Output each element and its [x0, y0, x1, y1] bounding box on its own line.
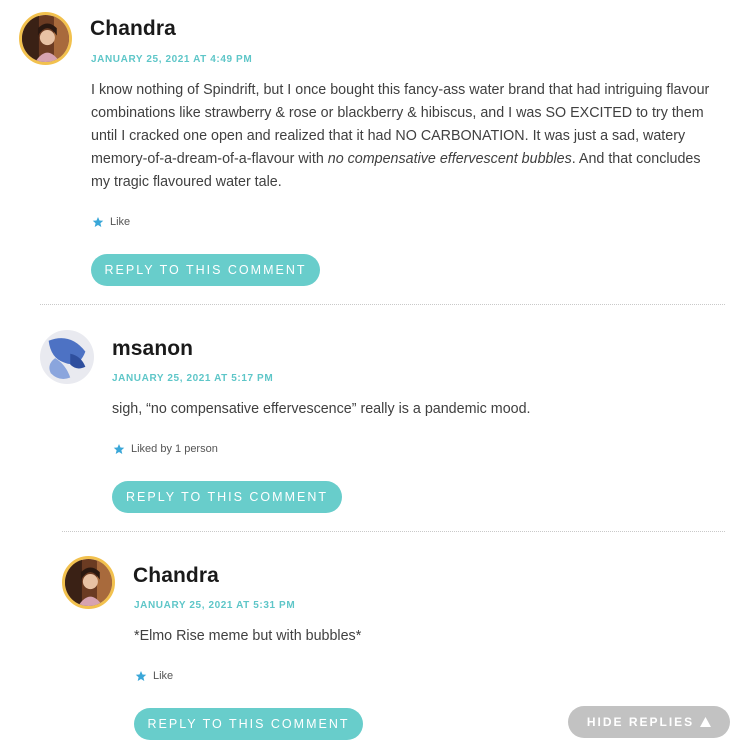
comment-body: I know nothing of Spindrift, but I once … — [91, 79, 723, 194]
avatar[interactable] — [19, 12, 72, 65]
hide-replies-label: HIDE REPLIES — [586, 715, 695, 729]
comment-body: sigh, “no compensative effervescence” re… — [112, 401, 531, 417]
like-button[interactable]: Liked by 1 person — [113, 443, 218, 455]
comment-date[interactable]: JANUARY 25, 2021 AT 4:49 PM — [91, 54, 252, 65]
like-button[interactable]: Like — [92, 216, 130, 228]
comment-author[interactable]: msanon — [112, 337, 193, 361]
comment-divider — [40, 304, 725, 305]
avatar-photo-icon — [22, 15, 69, 62]
star-icon — [92, 217, 104, 227]
triangle-up-icon — [700, 717, 712, 727]
like-button[interactable]: Like — [135, 670, 173, 682]
comment-body: *Elmo Rise meme but with bubbles* — [134, 628, 362, 644]
like-label: Like — [110, 216, 131, 228]
comment-author[interactable]: Chandra — [133, 564, 219, 588]
comment-author[interactable]: Chandra — [90, 17, 176, 41]
avatar[interactable] — [40, 330, 94, 384]
hide-replies-button[interactable]: HIDE REPLIES — [568, 706, 730, 738]
comment-text-italic: no compensative effervescent bubbles — [327, 151, 572, 167]
comment-date[interactable]: JANUARY 25, 2021 AT 5:31 PM — [134, 600, 295, 611]
comment-date[interactable]: JANUARY 25, 2021 AT 5:17 PM — [112, 373, 273, 384]
avatar[interactable] — [62, 556, 115, 609]
reply-button[interactable]: REPLY TO THIS COMMENT — [91, 254, 320, 286]
avatar-photo-icon — [65, 559, 112, 606]
reply-button[interactable]: REPLY TO THIS COMMENT — [112, 481, 342, 513]
like-label: Like — [153, 670, 174, 682]
comment-divider — [62, 531, 725, 532]
avatar-blue-petal-icon — [40, 330, 94, 384]
star-icon — [113, 444, 125, 454]
like-label: Liked by 1 person — [131, 443, 218, 455]
star-icon — [135, 671, 147, 681]
reply-button[interactable]: REPLY TO THIS COMMENT — [134, 708, 363, 740]
